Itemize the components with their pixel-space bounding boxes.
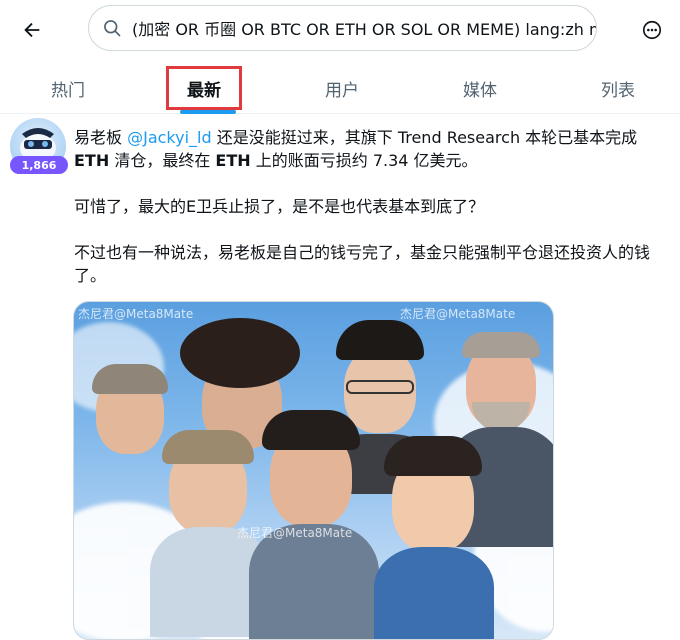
tab-users[interactable]: 用户 [292,62,392,114]
post-paragraph-2: 可惜了，最大的E卫兵止损了，是不是也代表基本到底了？ [74,197,485,216]
badge-count: 1,866 [21,158,57,172]
back-button[interactable] [14,12,50,48]
post-text-segment: 上的账面亏损约 7.34 亿美元。 [250,151,478,170]
image-watermark: 杰尼君@Meta8Mate [400,307,516,321]
tab-top[interactable]: 热门 [18,62,118,114]
search-query[interactable]: (加密 OR 币圈 OR BTC OR ETH OR SOL OR MEME) … [132,16,596,40]
author-name[interactable]: 易老板 [74,128,122,147]
person-hair [180,318,300,388]
search-input[interactable]: (加密 OR 币圈 OR BTC OR ETH OR SOL OR MEME) … [88,5,597,51]
more-button[interactable] [634,12,670,48]
glasses [346,380,414,394]
post-paragraph-3: 不过也有一种说法，易老板是自己的钱亏完了，基金只能强制平仓退还投资人的钱了。 [74,243,651,285]
post-text-segment: 还是没能挺过来，其旗下 Trend Research 本轮已基本完成 [211,128,638,147]
post-body: 易老板 @Jackyi_ld 还是没能挺过来，其旗下 Trend Researc… [74,126,666,310]
post-text-segment: 清仓，最终在 [109,151,216,170]
active-tab-indicator [180,110,236,114]
post-image[interactable]: 杰尼君@Meta8Mate 杰尼君@Meta8Mate 杰尼君@Meta8Mat… [73,301,554,640]
person-hair [92,364,168,394]
search-tabs: 热门 最新 用户 媒体 列表 [0,62,680,114]
author-handle[interactable]: @Jackyi_ld [127,128,212,147]
person-hair [384,436,482,476]
tab-latest[interactable]: 最新 [166,66,242,110]
person-hair [162,430,254,464]
person-hair [336,320,424,360]
search-icon [101,17,123,39]
tab-media[interactable]: 媒体 [430,62,530,114]
arrow-left-icon [24,22,40,38]
person-shirt [249,524,379,639]
post-paragraph-1: 易老板 @Jackyi_ld 还是没能挺过来，其旗下 Trend Researc… [74,126,666,172]
image-watermark: 杰尼君@Meta8Mate [237,526,353,540]
top-bar: (加密 OR 币圈 OR BTC OR ETH OR SOL OR MEME) … [0,0,680,62]
post-text-bold: ETH [74,151,110,170]
image-watermark: 杰尼君@Meta8Mate [78,307,194,321]
person-hair [462,332,540,358]
person-hair [262,410,360,450]
follower-badge: 1,866 [10,156,68,174]
person-shirt [374,547,494,639]
tab-lists[interactable]: 列表 [568,62,668,114]
more-icon [642,20,662,40]
post-text-bold: ETH [215,151,251,170]
